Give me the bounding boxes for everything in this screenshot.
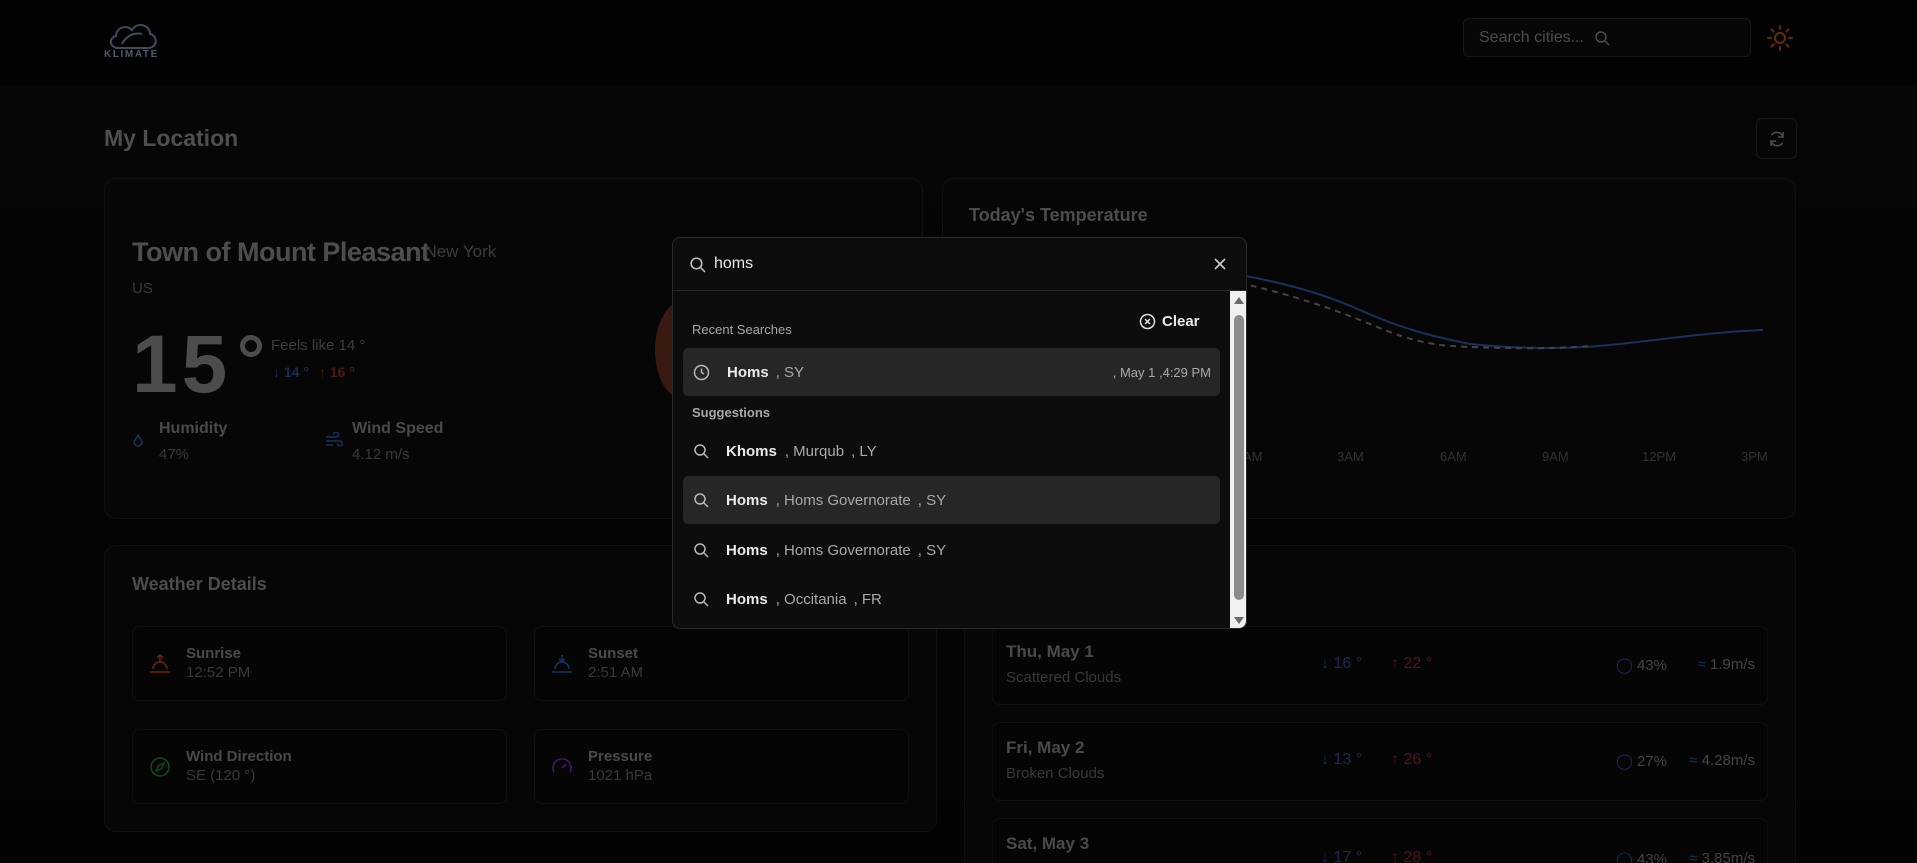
region-name: , Occitania	[775, 590, 847, 608]
suggestion-item[interactable]: Homs , Homs Governorate , SY	[683, 476, 1220, 524]
results-scrollbar[interactable]	[1230, 291, 1246, 628]
dialog-search-bar: homs	[673, 238, 1246, 291]
country-code: , FR	[853, 590, 882, 608]
clock-icon	[693, 364, 710, 380]
scroll-up-arrow-icon[interactable]	[1234, 297, 1244, 304]
country-code: , SY	[917, 541, 947, 559]
country-code: , SY	[917, 491, 947, 509]
region-name: , Homs Governorate	[775, 491, 911, 509]
country-code: , LY	[851, 442, 877, 460]
region-name: , Murqub	[784, 442, 845, 460]
results-list: Recent Searches Clear Homs , SY , May 1 …	[673, 291, 1228, 628]
scrollbar-thumb[interactable]	[1234, 315, 1244, 600]
city-name: Homs	[726, 491, 768, 509]
suggestions-heading: Suggestions	[692, 405, 771, 420]
city-name: Homs	[726, 590, 768, 608]
city-name: Khoms	[726, 442, 777, 460]
country-code: , SY	[775, 363, 805, 381]
city-name: Homs	[727, 363, 769, 381]
clear-label: Clear	[1162, 313, 1200, 330]
suggestion-item[interactable]: Khoms , Murqub , LY	[683, 427, 1220, 475]
suggestion-item[interactable]: Homs , Occitania , FR	[683, 575, 1220, 623]
search-icon	[694, 543, 709, 558]
search-icon	[694, 592, 709, 607]
city-name: Homs	[726, 541, 768, 559]
suggestion-item[interactable]: Homs , Homs Governorate , SY	[683, 526, 1220, 574]
region-name: , Homs Governorate	[775, 541, 911, 559]
clear-history-button[interactable]: Clear	[1139, 313, 1200, 330]
search-input[interactable]: homs	[714, 255, 753, 273]
scroll-down-arrow-icon[interactable]	[1234, 617, 1244, 624]
search-icon	[694, 493, 709, 508]
search-icon	[690, 257, 706, 273]
search-icon	[694, 444, 709, 459]
close-icon[interactable]	[1213, 257, 1227, 271]
city-search-dialog: homs Recent Searches Clear Homs , SY , M…	[672, 237, 1247, 629]
search-timestamp: , May 1 ,4:29 PM	[1112, 364, 1211, 380]
x-circle-icon	[1139, 313, 1156, 330]
recent-searches-heading: Recent Searches	[692, 322, 792, 337]
recent-search-item[interactable]: Homs , SY , May 1 ,4:29 PM	[683, 348, 1220, 396]
